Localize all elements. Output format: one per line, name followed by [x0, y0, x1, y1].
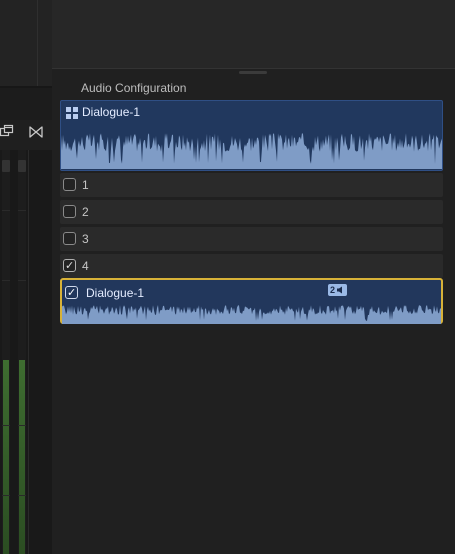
meter-tick [18, 210, 26, 211]
audio-waveform [61, 133, 442, 169]
meter-level [19, 360, 25, 554]
meter-tick [2, 280, 10, 281]
panel-title: Audio Configuration [81, 81, 187, 95]
meter-tick [2, 425, 10, 426]
audio-meters [0, 150, 52, 554]
speaker-icon [337, 286, 343, 294]
channel-checkbox[interactable]: ✓ [63, 259, 76, 272]
channel-badge: 2 [328, 284, 348, 296]
channel-count: 2 [330, 285, 336, 295]
duplicate-window-icon[interactable] [0, 124, 14, 138]
channel-row-1[interactable]: 1 [60, 173, 443, 197]
bowtie-icon[interactable] [28, 124, 44, 140]
channel-checkbox[interactable] [63, 205, 76, 218]
divider [28, 150, 29, 554]
channel-label: 1 [82, 178, 89, 192]
channel-label: 3 [82, 232, 89, 246]
channel-checkbox[interactable] [63, 178, 76, 191]
meter-tick [18, 425, 26, 426]
inspector-top-area [52, 0, 455, 68]
channel-row-2[interactable]: 2 [60, 200, 443, 224]
checkmark-icon: ✓ [65, 259, 75, 272]
meter-tick [2, 495, 10, 496]
meter-level [3, 360, 9, 554]
divider [37, 0, 38, 88]
channel-row-4[interactable]: ✓ 4 [60, 254, 443, 278]
audio-meter-right [18, 150, 26, 554]
waveform-shape [61, 133, 442, 169]
clip-checkbox[interactable]: ✓ [65, 286, 78, 299]
meter-peak-indicator [2, 160, 10, 172]
audio-configuration-panel: Audio Configuration Dialogue-1 1 2 3 ✓ 4… [52, 76, 455, 554]
channel-checkbox[interactable] [63, 232, 76, 245]
clip-main-component[interactable]: Dialogue-1 [60, 100, 443, 171]
meter-peak-indicator [18, 160, 26, 172]
app-window: Audio Configuration Dialogue-1 1 2 3 ✓ 4… [0, 0, 455, 554]
clip-channel-component-selected[interactable]: ✓ Dialogue-1 2 [60, 278, 443, 324]
viewer-area [0, 0, 52, 88]
meter-tick [18, 280, 26, 281]
clip-name: Dialogue-1 [82, 105, 141, 119]
waveform-shape [62, 305, 441, 324]
clip-name: Dialogue-1 [86, 286, 145, 300]
panel-resize-handle[interactable] [52, 68, 455, 76]
channel-label: 2 [82, 205, 89, 219]
audio-waveform [62, 305, 441, 324]
meter-tick [2, 210, 10, 211]
left-toolbar [0, 88, 52, 120]
channel-label: 4 [82, 259, 89, 273]
meter-tick [18, 495, 26, 496]
channel-row-3[interactable]: 3 [60, 227, 443, 251]
checkmark-icon: ✓ [67, 286, 77, 299]
grid-icon [66, 107, 78, 119]
resize-grip[interactable] [239, 71, 267, 74]
audio-meter-left [2, 150, 10, 554]
